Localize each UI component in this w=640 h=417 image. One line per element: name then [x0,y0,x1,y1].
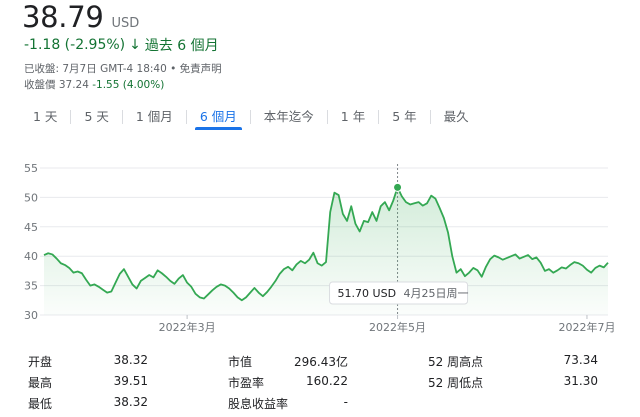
arrow-down-icon: ↓ [129,37,141,53]
x-tick-label: 2022年7月 [558,320,615,334]
stats-row: 最低 38.32 股息收益率 - [28,393,618,414]
stat-value: 38.32 [113,353,148,367]
stat-label: 开盘 [28,355,53,369]
tooltip-date: 4月25日周一 [404,287,469,300]
tab-separator [70,110,72,124]
after-hours-change: -1.55 (4.00%) [92,79,165,91]
y-tick-label: 40 [24,250,38,263]
tab-separator [185,110,187,124]
stat-label: 股息收益率 [228,397,289,411]
range-tab-4[interactable]: 本年迄今 [253,104,325,130]
stat-value: 38.32 [113,395,148,409]
tab-separator [249,110,251,124]
range-tab-5[interactable]: 1 年 [330,104,376,130]
x-tick-label: 2022年5月 [369,320,426,334]
range-tab-6[interactable]: 5 年 [381,104,427,130]
range-tab-1[interactable]: 5 天 [73,104,119,130]
price-change: -1.18 (-2.95%) [24,37,126,53]
current-price: 38.79 [22,0,104,34]
range-tab-7[interactable]: 最久 [433,104,480,130]
stat-value: - [343,395,348,409]
y-tick-label: 50 [24,191,38,204]
hover-point [393,182,403,192]
stat-label: 市盈率 [228,376,265,390]
stat-value: 160.22 [306,374,348,388]
stat-label: 最低 [28,397,53,411]
x-tick-label: 2022年3月 [159,320,216,334]
stats-table: 开盘 38.32 市值 296.43亿 52 周高点 73.34 最高 39.51 市盈率 160… [28,351,618,414]
y-tick-label: 55 [24,162,38,175]
stat-label: 52 周低点 [428,376,484,390]
close-info: 已收盤: 7月7日 GMT-4 18:40 • 免責声明 [24,63,222,75]
tab-separator [429,110,431,124]
stat-value: 31.30 [563,374,598,388]
stats-row: 最高 39.51 市盈率 160.22 52 周低点 31.30 [28,372,618,393]
currency-label: USD [111,16,140,31]
stats-row: 开盘 38.32 市值 296.43亿 52 周高点 73.34 [28,351,618,372]
stat-label: 市值 [228,355,253,369]
tooltip-price: 51.70 USD [338,287,397,300]
tab-separator [326,110,328,124]
stat-label: 52 周高点 [428,355,484,369]
tab-separator [378,110,380,124]
stat-value: 73.34 [563,353,598,367]
stat-value: 296.43亿 [294,355,348,369]
range-tab-3[interactable]: 6 個月 [189,104,248,130]
tab-separator [121,110,123,124]
quote-header: 38.79 USD [22,0,139,34]
range-tabs: 1 天5 天1 個月 6 個月 本年迄今 1 年5 年最久 [22,104,480,130]
stat-label: 最高 [28,376,53,390]
after-hours-info: 收盤價 37.24 -1.55 (4.00%) [24,77,164,92]
hover-tooltip: 51.70 USD 4月25日周一 [329,281,469,305]
price-change-row: -1.18 (-2.95%) ↓ 過去 6 個月 [24,35,219,55]
y-tick-label: 35 [24,280,38,293]
y-tick-label: 30 [24,309,38,322]
price-area [44,187,608,315]
range-tab-2[interactable]: 1 個月 [125,104,184,130]
y-tick-label: 45 [24,221,38,234]
price-chart[interactable]: 30 35 40 45 50 55 2022年3月 2022年5月 2022年7月 51.70 U… [0,148,640,344]
range-tab-0[interactable]: 1 天 [22,104,68,130]
after-hours-price: 收盤價 37.24 [24,79,89,91]
stat-value: 39.51 [113,374,148,388]
change-period: 過去 6 個月 [144,38,219,54]
